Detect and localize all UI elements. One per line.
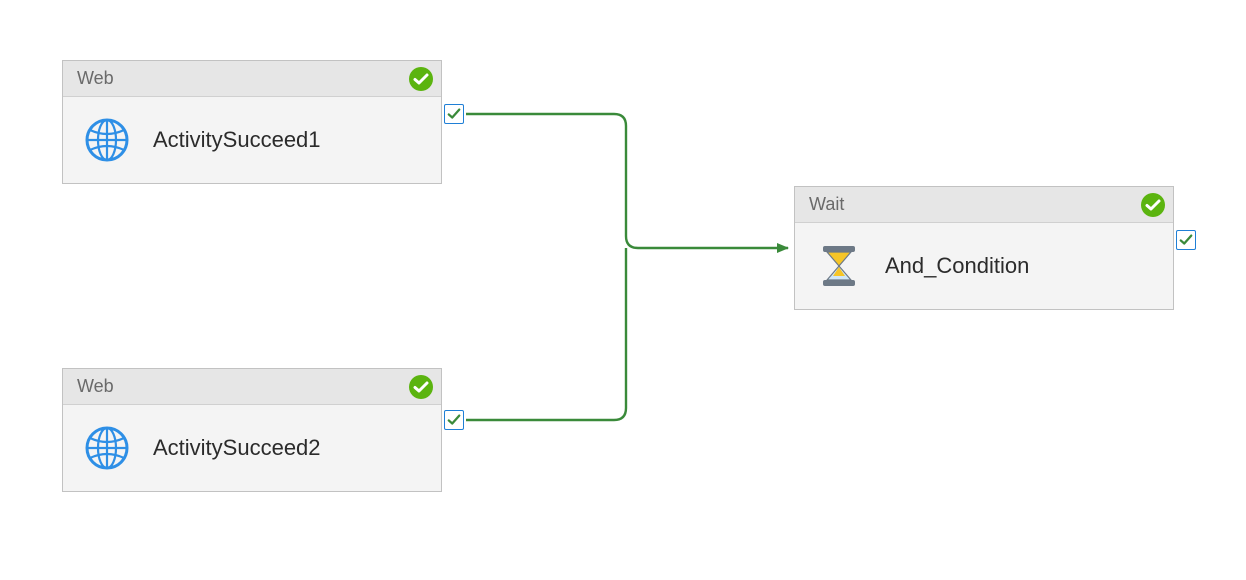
connector-activity2-to-condition[interactable] bbox=[466, 248, 626, 420]
hourglass-icon bbox=[815, 242, 863, 290]
node-type-label: Wait bbox=[809, 194, 844, 215]
activity-node-and-condition[interactable]: Wait And_Condition bbox=[794, 186, 1174, 310]
node-type-label: Web bbox=[77, 376, 114, 397]
status-success-icon bbox=[1141, 193, 1165, 217]
node-header: Wait bbox=[795, 187, 1173, 223]
connector-activity1-to-condition[interactable] bbox=[466, 114, 788, 248]
activity-node-activitysucceed1[interactable]: Web ActivitySucceed1 bbox=[62, 60, 442, 184]
node-name: ActivitySucceed2 bbox=[153, 435, 321, 461]
node-header: Web bbox=[63, 61, 441, 97]
output-port-success[interactable] bbox=[444, 104, 464, 124]
output-port-success[interactable] bbox=[1176, 230, 1196, 250]
node-type-label: Web bbox=[77, 68, 114, 89]
globe-icon bbox=[83, 424, 131, 472]
node-body: And_Condition bbox=[795, 223, 1173, 309]
status-success-icon bbox=[409, 375, 433, 399]
node-header: Web bbox=[63, 369, 441, 405]
node-body: ActivitySucceed2 bbox=[63, 405, 441, 491]
pipeline-canvas[interactable]: Web ActivitySucceed1 We bbox=[0, 0, 1246, 580]
activity-node-activitysucceed2[interactable]: Web ActivitySucceed2 bbox=[62, 368, 442, 492]
node-name: And_Condition bbox=[885, 253, 1029, 279]
status-success-icon bbox=[409, 67, 433, 91]
output-port-success[interactable] bbox=[444, 410, 464, 430]
globe-icon bbox=[83, 116, 131, 164]
node-body: ActivitySucceed1 bbox=[63, 97, 441, 183]
node-name: ActivitySucceed1 bbox=[153, 127, 321, 153]
